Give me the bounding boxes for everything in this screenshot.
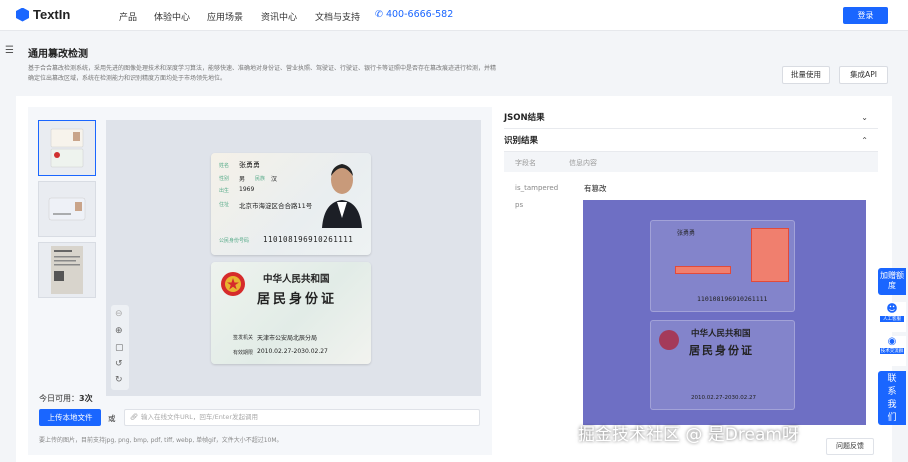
upload-hint: 要上传的图片，目前支持jpg, png, bmp, pdf, tiff, web…	[39, 437, 283, 444]
customer-service-button[interactable]: ☻ 人工客服	[878, 302, 906, 332]
field-is-tampered: is_tampered	[515, 184, 559, 192]
name-label: 姓名	[219, 163, 230, 169]
back-subtitle: 居民身份证	[257, 292, 338, 307]
authority-value: 天津市公安局北辰分局	[257, 335, 318, 342]
recognition-result-section[interactable]: 识别结果 ⌃	[504, 130, 878, 152]
url-input[interactable]: 🔗︎ 输入在线文件URL，回车/Enter发起调用	[124, 409, 480, 426]
ethnicity-value: 汉	[271, 176, 278, 183]
tamper-heatmap-image: 张勇勇 110108196910261111 中华人民共和国 居民身份证 201…	[583, 200, 866, 425]
heatmap-name: 张勇勇	[677, 230, 696, 237]
service-label: 人工客服	[880, 316, 904, 322]
heatmap-card-front: 张勇勇 110108196910261111	[650, 220, 795, 312]
chat-icon: ◉	[887, 336, 897, 347]
id-card-back: 中华人民共和国 居民身份证 签发机关 天津市公安局北辰分局 有效期限 2010.…	[211, 262, 371, 364]
zoom-in-icon[interactable]: ⊕	[115, 326, 123, 336]
logo-icon	[16, 7, 29, 22]
chevron-up-icon[interactable]: ⌃	[861, 130, 868, 152]
sex-label: 性别	[219, 176, 230, 182]
json-result-section[interactable]: JSON结果 ⌄	[504, 107, 878, 129]
login-button[interactable]: 登录	[843, 7, 888, 24]
page-description: 基于合合篡改检测系统，采用先进的图像处理技术和深度学习算法，能够快速、准确地对身…	[28, 65, 497, 82]
daily-quota: 今日可用：3次	[39, 393, 93, 404]
link-icon: 🔗︎	[130, 413, 139, 421]
authority-label: 签发机关	[233, 335, 254, 341]
nav-item-product[interactable]: 产品	[119, 10, 137, 23]
value-is-tampered: 有篡改	[584, 184, 607, 193]
rotate-left-icon[interactable]: ↺	[115, 359, 123, 369]
thumbnail-1[interactable]	[38, 120, 96, 176]
ethnicity-label: 民族	[255, 176, 266, 182]
thumb-card-image	[48, 197, 86, 221]
zoom-out-icon[interactable]: ⊖	[115, 309, 123, 319]
watermark: 掘金技术社区 @ 是Dream呀	[578, 425, 799, 445]
feedback-button[interactable]: 问题反馈	[826, 438, 874, 455]
chevron-down-icon[interactable]: ⌄	[861, 107, 868, 129]
heatmap-id-number: 110108196910261111	[697, 295, 768, 303]
json-result-title: JSON结果	[504, 113, 545, 123]
url-placeholder: 输入在线文件URL，回车/Enter发起调用	[141, 413, 259, 421]
logo[interactable]: TextIn	[16, 7, 70, 22]
quota-label: 今日可用：	[39, 394, 79, 403]
menu-toggle-icon[interactable]: ☰	[5, 45, 14, 56]
bonus-quota-button[interactable]: 加赠额度	[878, 268, 906, 295]
headset-icon: ☻	[886, 302, 898, 315]
result-table-header: 字段名 信息内容	[504, 152, 878, 172]
id-card-front: 姓名 张勇勇 性别 男 民族 汉 出生 1969 住址 北京市海淀区合合路11号…	[211, 153, 371, 255]
nav-item-scenarios[interactable]: 应用场景	[207, 10, 243, 23]
id-number-label: 公民身份号码	[219, 238, 250, 244]
nav-item-docs[interactable]: 文档与支持	[315, 10, 360, 23]
thumbnail-2[interactable]	[38, 181, 96, 237]
phone-icon: ✆	[375, 9, 383, 20]
phone-number: 400-6666-582	[385, 9, 454, 20]
fit-icon[interactable]: ▢	[115, 343, 124, 353]
zoom-toolbar: ⊖ ⊕ ▢ ↺ ↻	[111, 305, 129, 390]
tech-label: 技术交流群	[880, 348, 904, 354]
address-label: 住址	[219, 202, 230, 208]
id-number-value: 110108196910261111	[263, 235, 354, 244]
contact-us-button[interactable]: 联系我们	[878, 371, 906, 425]
heatmap-emblem-icon	[659, 330, 679, 350]
national-emblem-icon	[221, 272, 245, 296]
upload-file-button[interactable]: 上传本地文件	[39, 409, 101, 426]
heatmap-validity: 2010.02.27-2030.02.27	[691, 395, 756, 401]
name-value: 张勇勇	[239, 161, 260, 169]
col-info-content: 信息内容	[569, 159, 597, 167]
tech-group-button[interactable]: ◉ 技术交流群	[878, 336, 906, 366]
quota-value: 3次	[79, 394, 93, 403]
top-nav: TextIn 产品 体验中心 应用场景 资讯中心 文档与支持 ✆ 400-6666…	[0, 0, 908, 31]
tampered-address-region	[675, 266, 731, 274]
logo-text: TextIn	[33, 7, 71, 22]
thumb-idcard-image	[50, 128, 84, 168]
col-field-name: 字段名	[515, 159, 536, 167]
portrait-photo	[322, 164, 362, 228]
or-label: 或	[108, 414, 116, 423]
rotate-right-icon[interactable]: ↻	[115, 375, 123, 385]
nav-item-experience[interactable]: 体验中心	[154, 10, 190, 23]
thumb-document-image	[51, 246, 83, 294]
thumbnail-3[interactable]	[38, 242, 96, 298]
recognition-result-title: 识别结果	[504, 136, 539, 146]
phone-contact: ✆ 400-6666-582	[375, 9, 453, 20]
address-value: 北京市海淀区合合路11号	[239, 202, 313, 210]
heatmap-back-subtitle: 居民身份证	[689, 344, 754, 357]
field-ps: ps	[515, 201, 524, 209]
batch-use-button[interactable]: 批量使用	[782, 66, 830, 84]
page-title: 通用篡改检测	[28, 49, 88, 60]
tampered-photo-region	[751, 228, 789, 282]
sex-value: 男	[239, 176, 246, 183]
validity-label: 有效期限	[233, 350, 254, 356]
birth-label: 出生	[219, 188, 230, 194]
birth-year: 1969	[239, 186, 255, 193]
nav-item-news[interactable]: 资讯中心	[261, 10, 297, 23]
validity-value: 2010.02.27-2030.02.27	[257, 348, 328, 355]
back-title: 中华人民共和国	[263, 274, 330, 285]
heatmap-back-title: 中华人民共和国	[691, 329, 751, 339]
integrate-api-button[interactable]: 集成API	[839, 66, 888, 84]
heatmap-card-back: 中华人民共和国 居民身份证 2010.02.27-2030.02.27	[650, 320, 795, 410]
